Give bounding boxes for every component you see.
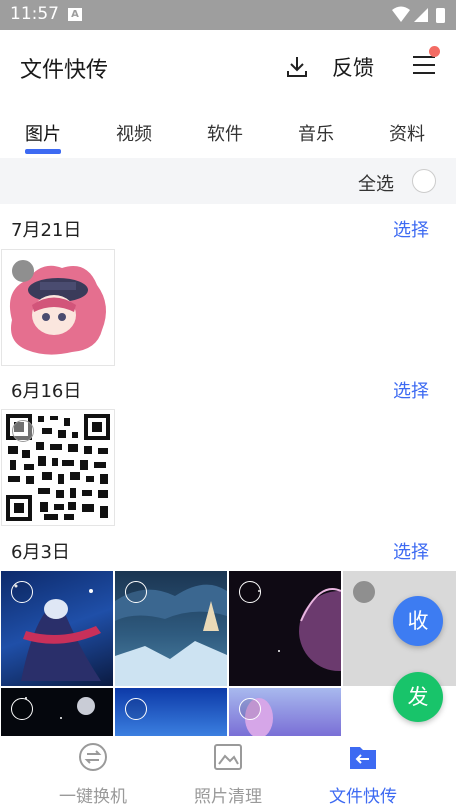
notification-dot — [429, 46, 440, 57]
select-all-bar: 全选 — [0, 158, 456, 204]
select-all-checkbox[interactable] — [412, 169, 436, 193]
image-thumbnail[interactable] — [1, 688, 113, 736]
thumbnail-checkbox[interactable] — [125, 581, 147, 603]
tab-documents[interactable]: 资料 — [377, 120, 437, 146]
section-date-3: 6月3日 — [11, 542, 70, 563]
thumbnail-checkbox[interactable] — [12, 420, 34, 442]
signal-icon — [414, 8, 428, 22]
nav-label: 照片清理 — [194, 787, 262, 807]
thumbnail-checkbox[interactable] — [125, 698, 147, 720]
thumbnail-checkbox[interactable] — [11, 698, 33, 720]
section-date-1: 7月21日 — [11, 220, 82, 241]
tab-images[interactable]: 图片 — [13, 120, 73, 146]
app-header: 文件快传 反馈 — [0, 30, 456, 102]
image-thumbnail[interactable] — [115, 688, 227, 736]
nav-label: 一键换机 — [59, 787, 127, 807]
section-date-2: 6月16日 — [11, 381, 82, 402]
page-title: 文件快传 — [20, 58, 109, 83]
active-tab-indicator — [25, 149, 61, 154]
bottom-navigation: 一键换机 照片清理 文件快传 — [0, 736, 456, 812]
image-thumbnail[interactable] — [115, 571, 227, 686]
status-icons — [392, 6, 445, 23]
status-time: 11:57 — [10, 4, 59, 24]
thumbnail-checkbox[interactable] — [353, 581, 375, 603]
tab-software[interactable]: 软件 — [195, 120, 255, 146]
tab-music[interactable]: 音乐 — [286, 120, 346, 146]
nav-label: 文件快传 — [329, 787, 397, 807]
notification-badge: A — [68, 8, 82, 21]
receive-button[interactable]: 收 — [393, 596, 443, 646]
status-bar: 11:57 A — [0, 0, 456, 30]
image-thumbnail[interactable] — [1, 409, 115, 526]
download-icon[interactable] — [284, 54, 310, 80]
tab-videos[interactable]: 视频 — [104, 120, 164, 146]
category-tabs: 图片 视频 软件 音乐 资料 — [0, 110, 456, 158]
image-thumbnail[interactable] — [229, 688, 341, 736]
select-all-label: 全选 — [358, 174, 394, 195]
thumbnail-checkbox[interactable] — [239, 698, 261, 720]
nav-item-file-transfer[interactable]: 文件快传 — [308, 742, 418, 807]
thumbnail-checkbox[interactable] — [239, 581, 261, 603]
send-button[interactable]: 发 — [393, 672, 443, 722]
thumbnail-checkbox[interactable] — [12, 260, 34, 282]
section-select-button-3[interactable]: 选择 — [393, 538, 429, 564]
image-thumbnail[interactable] — [229, 571, 341, 686]
nav-item-photo-clean[interactable]: 照片清理 — [173, 742, 283, 807]
photo-clean-icon — [214, 744, 242, 770]
feedback-button[interactable]: 反馈 — [332, 52, 374, 82]
image-thumbnail[interactable] — [1, 249, 115, 366]
file-transfer-icon — [350, 747, 376, 769]
menu-button[interactable] — [411, 46, 440, 78]
thumbnail-checkbox[interactable] — [11, 581, 33, 603]
swap-icon — [79, 743, 107, 771]
wifi-icon — [392, 6, 410, 22]
image-thumbnail[interactable] — [1, 571, 113, 686]
battery-icon — [436, 8, 445, 23]
nav-item-phone-switch[interactable]: 一键换机 — [38, 742, 148, 807]
section-select-button-2[interactable]: 选择 — [393, 377, 429, 403]
section-select-button-1[interactable]: 选择 — [393, 216, 429, 242]
